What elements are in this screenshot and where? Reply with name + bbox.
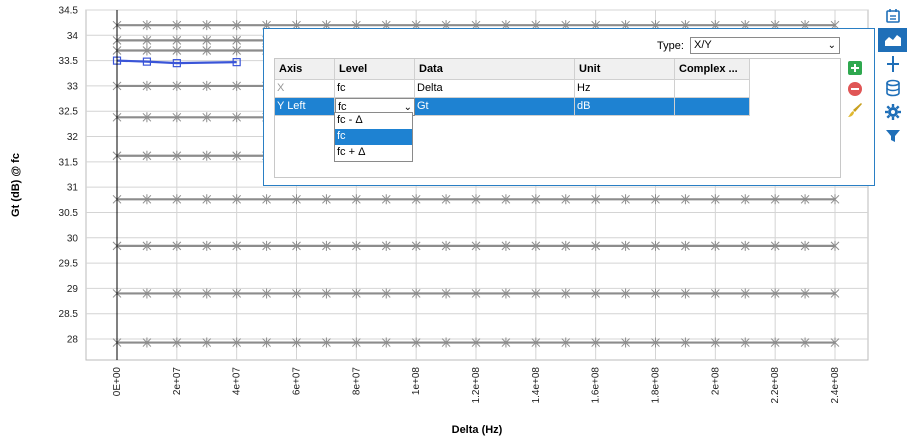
- column-header-unit[interactable]: Unit: [575, 59, 675, 80]
- database-button[interactable]: [878, 76, 907, 100]
- style-brush-button[interactable]: [847, 102, 863, 118]
- level-option-minus[interactable]: fc - Δ: [335, 113, 412, 129]
- y-tick-label: 29: [67, 284, 79, 295]
- filter-button[interactable]: [878, 124, 907, 148]
- complex-cell[interactable]: [675, 80, 750, 98]
- trace-config-panel: Type: X/Y ⌄ Axis Level Data Unit Complex…: [263, 28, 875, 186]
- type-select-value: X/Y: [694, 39, 712, 51]
- level-option-center[interactable]: fc: [335, 129, 412, 145]
- x-tick-label: 2e+07: [172, 367, 183, 396]
- dataset-icon: [885, 9, 900, 23]
- y-tick-label: 33.5: [59, 56, 79, 67]
- table-row[interactable]: X fc Delta Hz: [275, 80, 750, 98]
- y-tick-label: 31: [67, 183, 79, 194]
- remove-trace-button[interactable]: [847, 81, 863, 97]
- x-tick-label: 1.6e+08: [591, 367, 602, 404]
- data-cell[interactable]: Delta: [415, 80, 575, 98]
- y-axis-title: Gt (dB) @ fc: [10, 153, 22, 217]
- x-tick-label: 1e+08: [411, 367, 422, 396]
- marker-icon: [886, 56, 899, 72]
- x-tick-label: 0E+00: [112, 367, 123, 397]
- column-header-axis[interactable]: Axis: [275, 59, 335, 80]
- unit-cell: Hz: [575, 80, 675, 98]
- level-dropdown-list: fc - Δ fc fc + Δ: [334, 112, 413, 162]
- chevron-down-icon: ⌄: [827, 40, 836, 51]
- x-tick-label: 4e+07: [232, 367, 243, 396]
- y-tick-label: 34: [67, 31, 79, 42]
- x-axis-title: Delta (Hz): [452, 424, 503, 436]
- y-tick-label: 30.5: [59, 208, 79, 219]
- filter-icon: [885, 130, 900, 142]
- x-tick-label: 2.2e+08: [770, 367, 781, 404]
- add-trace-button[interactable]: [847, 60, 863, 76]
- column-header-data[interactable]: Data: [415, 59, 575, 80]
- level-cell[interactable]: fc: [335, 80, 415, 98]
- y-tick-label: 29.5: [59, 259, 79, 270]
- y-tick-label: 34.5: [59, 6, 79, 17]
- y-tick-label: 32: [67, 132, 79, 143]
- type-select[interactable]: X/Y ⌄: [690, 37, 840, 54]
- settings-button[interactable]: [878, 100, 907, 124]
- y-tick-label: 28.5: [59, 309, 79, 320]
- x-tick-label: 2.4e+08: [830, 367, 841, 404]
- chart-area-icon: [884, 35, 901, 46]
- column-header-level[interactable]: Level: [335, 59, 415, 80]
- y-tick-label: 32.5: [59, 107, 79, 118]
- dataset-button[interactable]: [878, 4, 907, 28]
- type-label: Type:: [657, 40, 684, 52]
- remove-icon: [848, 82, 862, 96]
- axis-cell: Y Left: [275, 98, 335, 116]
- x-tick-label: 6e+07: [292, 367, 303, 396]
- marker-button[interactable]: [878, 52, 907, 76]
- x-tick-label: 1.8e+08: [651, 367, 662, 404]
- data-cell[interactable]: Gt: [415, 98, 575, 116]
- database-icon: [885, 79, 900, 97]
- level-option-plus[interactable]: fc + Δ: [335, 145, 412, 161]
- chart-settings-button[interactable]: [878, 28, 907, 52]
- y-tick-label: 28: [67, 335, 79, 346]
- axis-cell: X: [275, 80, 335, 98]
- column-header-complex[interactable]: Complex ...: [675, 59, 750, 80]
- y-axis-ticks: 28 28.5 29 29.5 30 30.5 31 31.5 32 32.5 33 33.5 34 34…: [59, 6, 79, 346]
- x-tick-label: 8e+07: [351, 367, 362, 396]
- y-tick-label: 33: [67, 81, 79, 92]
- x-tick-label: 2e+08: [710, 367, 721, 396]
- unit-cell: dB: [575, 98, 675, 116]
- add-icon: [848, 61, 862, 75]
- y-tick-label: 31.5: [59, 157, 79, 168]
- complex-cell[interactable]: [675, 98, 750, 116]
- x-axis-ticks: 0E+00 2e+07 4e+07 6e+07 8e+07 1e+08 1.2e+08 1.4…: [112, 367, 841, 404]
- right-toolbar: [875, 0, 910, 438]
- grid-header: Axis Level Data Unit Complex ...: [275, 59, 750, 80]
- gear-icon: [884, 104, 901, 120]
- brush-icon: [848, 103, 862, 117]
- x-tick-label: 1.4e+08: [531, 367, 542, 404]
- x-tick-label: 1.2e+08: [471, 367, 482, 404]
- y-tick-label: 30: [67, 233, 79, 244]
